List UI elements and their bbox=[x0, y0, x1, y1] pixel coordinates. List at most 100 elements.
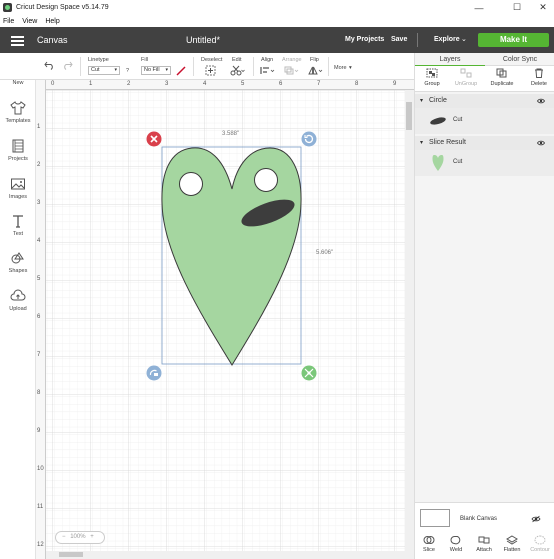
cutout-circle-right bbox=[254, 168, 278, 192]
undo-icon[interactable] bbox=[44, 60, 56, 70]
attach-button[interactable]: Attach bbox=[470, 535, 498, 553]
slice-button[interactable]: Slice bbox=[415, 535, 443, 553]
duplicate-button[interactable]: Duplicate bbox=[485, 68, 519, 87]
eye-icon[interactable] bbox=[537, 140, 545, 146]
sidebar-item-projects[interactable]: Projects bbox=[0, 138, 36, 162]
contour-icon bbox=[534, 535, 546, 545]
vertical-scrollbar[interactable] bbox=[405, 90, 414, 559]
zoom-control[interactable]: − 100% + bbox=[55, 531, 105, 544]
attach-label: Attach bbox=[476, 547, 492, 553]
layer-name: Slice Result bbox=[428, 139, 466, 146]
close-window-button[interactable]: ✕ bbox=[528, 0, 554, 15]
layer-group-circle[interactable]: ▾ Circle Cut bbox=[415, 94, 554, 134]
fill-label: Fill bbox=[141, 57, 149, 63]
more-button[interactable]: More bbox=[334, 65, 347, 71]
resize-handle-icon[interactable] bbox=[301, 365, 317, 381]
section-title: Canvas bbox=[37, 35, 68, 45]
sidebar-label-templates: Templates bbox=[5, 118, 31, 124]
explore-dropdown[interactable]: Explore bbox=[434, 36, 460, 43]
chevron-down-icon[interactable]: ⌄ bbox=[461, 35, 467, 43]
chevron-down-icon[interactable]: ▾ bbox=[420, 140, 423, 146]
height-dimension-label: 5.606" bbox=[316, 250, 334, 256]
align-label: Align bbox=[261, 57, 274, 63]
make-it-button[interactable]: Make It bbox=[478, 33, 549, 47]
group-button[interactable]: Group bbox=[415, 68, 449, 87]
contour-button[interactable]: Contour bbox=[526, 535, 554, 553]
zoom-out-icon[interactable]: − bbox=[62, 534, 66, 540]
toolbar-divider bbox=[80, 57, 81, 76]
linetype-select[interactable]: Cut ▾ bbox=[88, 66, 120, 75]
flatten-button[interactable]: Flatten bbox=[498, 535, 526, 553]
ruler-tick-label: 4 bbox=[37, 238, 41, 244]
eye-hidden-icon[interactable] bbox=[531, 515, 541, 523]
tab-color-sync[interactable]: Color Sync bbox=[485, 53, 554, 66]
ruler-tick-label: 5 bbox=[37, 276, 41, 282]
slice-icon bbox=[423, 536, 435, 544]
ruler-tick-label: 5 bbox=[241, 81, 245, 87]
scrollbar-thumb[interactable] bbox=[59, 552, 83, 557]
cutout-circle-left bbox=[179, 172, 203, 196]
redo-icon[interactable] bbox=[61, 60, 73, 70]
toolbar-divider bbox=[328, 57, 329, 76]
weld-icon bbox=[450, 536, 461, 545]
edit-scissors-icon[interactable] bbox=[230, 65, 245, 76]
flip-label: Flip bbox=[310, 57, 319, 63]
menu-file[interactable]: File bbox=[3, 18, 14, 25]
ungroup-label: UnGroup bbox=[454, 81, 478, 87]
minimize-button[interactable]: — bbox=[464, 0, 494, 15]
arrange-icon[interactable] bbox=[284, 66, 300, 75]
chevron-down-icon[interactable]: ▾ bbox=[420, 98, 423, 104]
lock-proportions-handle-icon[interactable] bbox=[146, 365, 162, 381]
panel-bottom: Blank Canvas Slice Weld Attach Flatten C… bbox=[415, 502, 554, 559]
zoom-in-icon[interactable]: + bbox=[90, 534, 94, 540]
delete-handle-icon[interactable] bbox=[146, 131, 162, 147]
scrollbar-thumb[interactable] bbox=[406, 102, 412, 130]
duplicate-label: Duplicate bbox=[490, 81, 514, 87]
tab-layers[interactable]: Layers bbox=[415, 53, 485, 66]
align-icon[interactable] bbox=[260, 66, 276, 75]
layers-panel: Layers Color Sync Group UnGroup Duplicat… bbox=[414, 53, 554, 559]
eye-icon[interactable] bbox=[537, 98, 545, 104]
menu-help[interactable]: Help bbox=[45, 18, 59, 25]
edit-label: Edit bbox=[232, 57, 242, 63]
layer-item[interactable]: Cut bbox=[415, 108, 554, 134]
sidebar-item-images[interactable]: Images bbox=[0, 176, 36, 200]
delete-button[interactable]: Delete bbox=[522, 68, 554, 87]
header-divider bbox=[417, 33, 418, 47]
rotate-handle-icon[interactable] bbox=[301, 131, 317, 147]
ruler-tick-label: 6 bbox=[279, 81, 283, 87]
sidebar-item-shapes[interactable]: Shapes bbox=[0, 250, 36, 274]
linetype-help-icon[interactable]: ? bbox=[126, 68, 129, 74]
hamburger-menu-icon[interactable] bbox=[11, 36, 24, 46]
weld-label: Weld bbox=[449, 547, 463, 553]
layer-item[interactable]: Cut bbox=[415, 150, 554, 176]
shirt-icon bbox=[10, 101, 26, 115]
layer-group-slice-result[interactable]: ▾ Slice Result Cut bbox=[415, 136, 554, 176]
cricut-app-icon bbox=[3, 3, 12, 12]
sidebar-label-projects: Projects bbox=[8, 156, 28, 162]
flip-icon[interactable] bbox=[308, 66, 324, 75]
zoom-level: 100% bbox=[70, 534, 86, 540]
ruler-tick-label: 7 bbox=[317, 81, 321, 87]
sidebar-label-new: New bbox=[12, 80, 24, 86]
horizontal-scrollbar[interactable] bbox=[46, 551, 405, 559]
fill-select[interactable]: No Fill ▾ bbox=[141, 66, 171, 75]
sidebar-item-templates[interactable]: Templates bbox=[0, 100, 36, 124]
design-selection[interactable] bbox=[140, 128, 330, 388]
my-projects-link[interactable]: My Projects bbox=[345, 36, 384, 43]
ruler-tick-label: 2 bbox=[37, 162, 41, 168]
toolbar-divider bbox=[253, 57, 254, 76]
sidebar-item-text[interactable]: Text bbox=[0, 213, 36, 237]
sidebar-item-upload[interactable]: Upload bbox=[0, 288, 36, 312]
ruler-tick-label: 9 bbox=[37, 428, 41, 434]
ungroup-button[interactable]: UnGroup bbox=[449, 68, 483, 87]
menu-view[interactable]: View bbox=[22, 18, 37, 25]
weld-button[interactable]: Weld bbox=[442, 535, 470, 553]
save-link[interactable]: Save bbox=[391, 36, 407, 43]
chevron-down-icon: ▾ bbox=[114, 67, 117, 73]
deselect-icon[interactable] bbox=[205, 65, 216, 76]
fill-swatch-slash-icon[interactable] bbox=[176, 66, 186, 76]
upload-icon bbox=[10, 289, 26, 301]
chevron-down-icon[interactable]: ▾ bbox=[349, 65, 352, 71]
blank-canvas-swatch[interactable] bbox=[420, 509, 450, 527]
